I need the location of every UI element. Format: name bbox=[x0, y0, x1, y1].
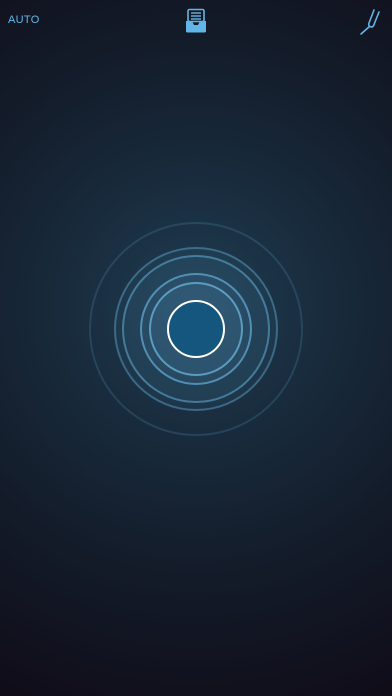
tuning-fork-icon[interactable] bbox=[356, 8, 384, 36]
history-tray-icon[interactable] bbox=[184, 8, 208, 34]
record-button[interactable] bbox=[167, 300, 225, 358]
auto-mode-toggle[interactable]: AUTO bbox=[8, 14, 40, 26]
top-bar: AUTO bbox=[0, 0, 392, 44]
sound-pulse-rings bbox=[86, 219, 306, 439]
